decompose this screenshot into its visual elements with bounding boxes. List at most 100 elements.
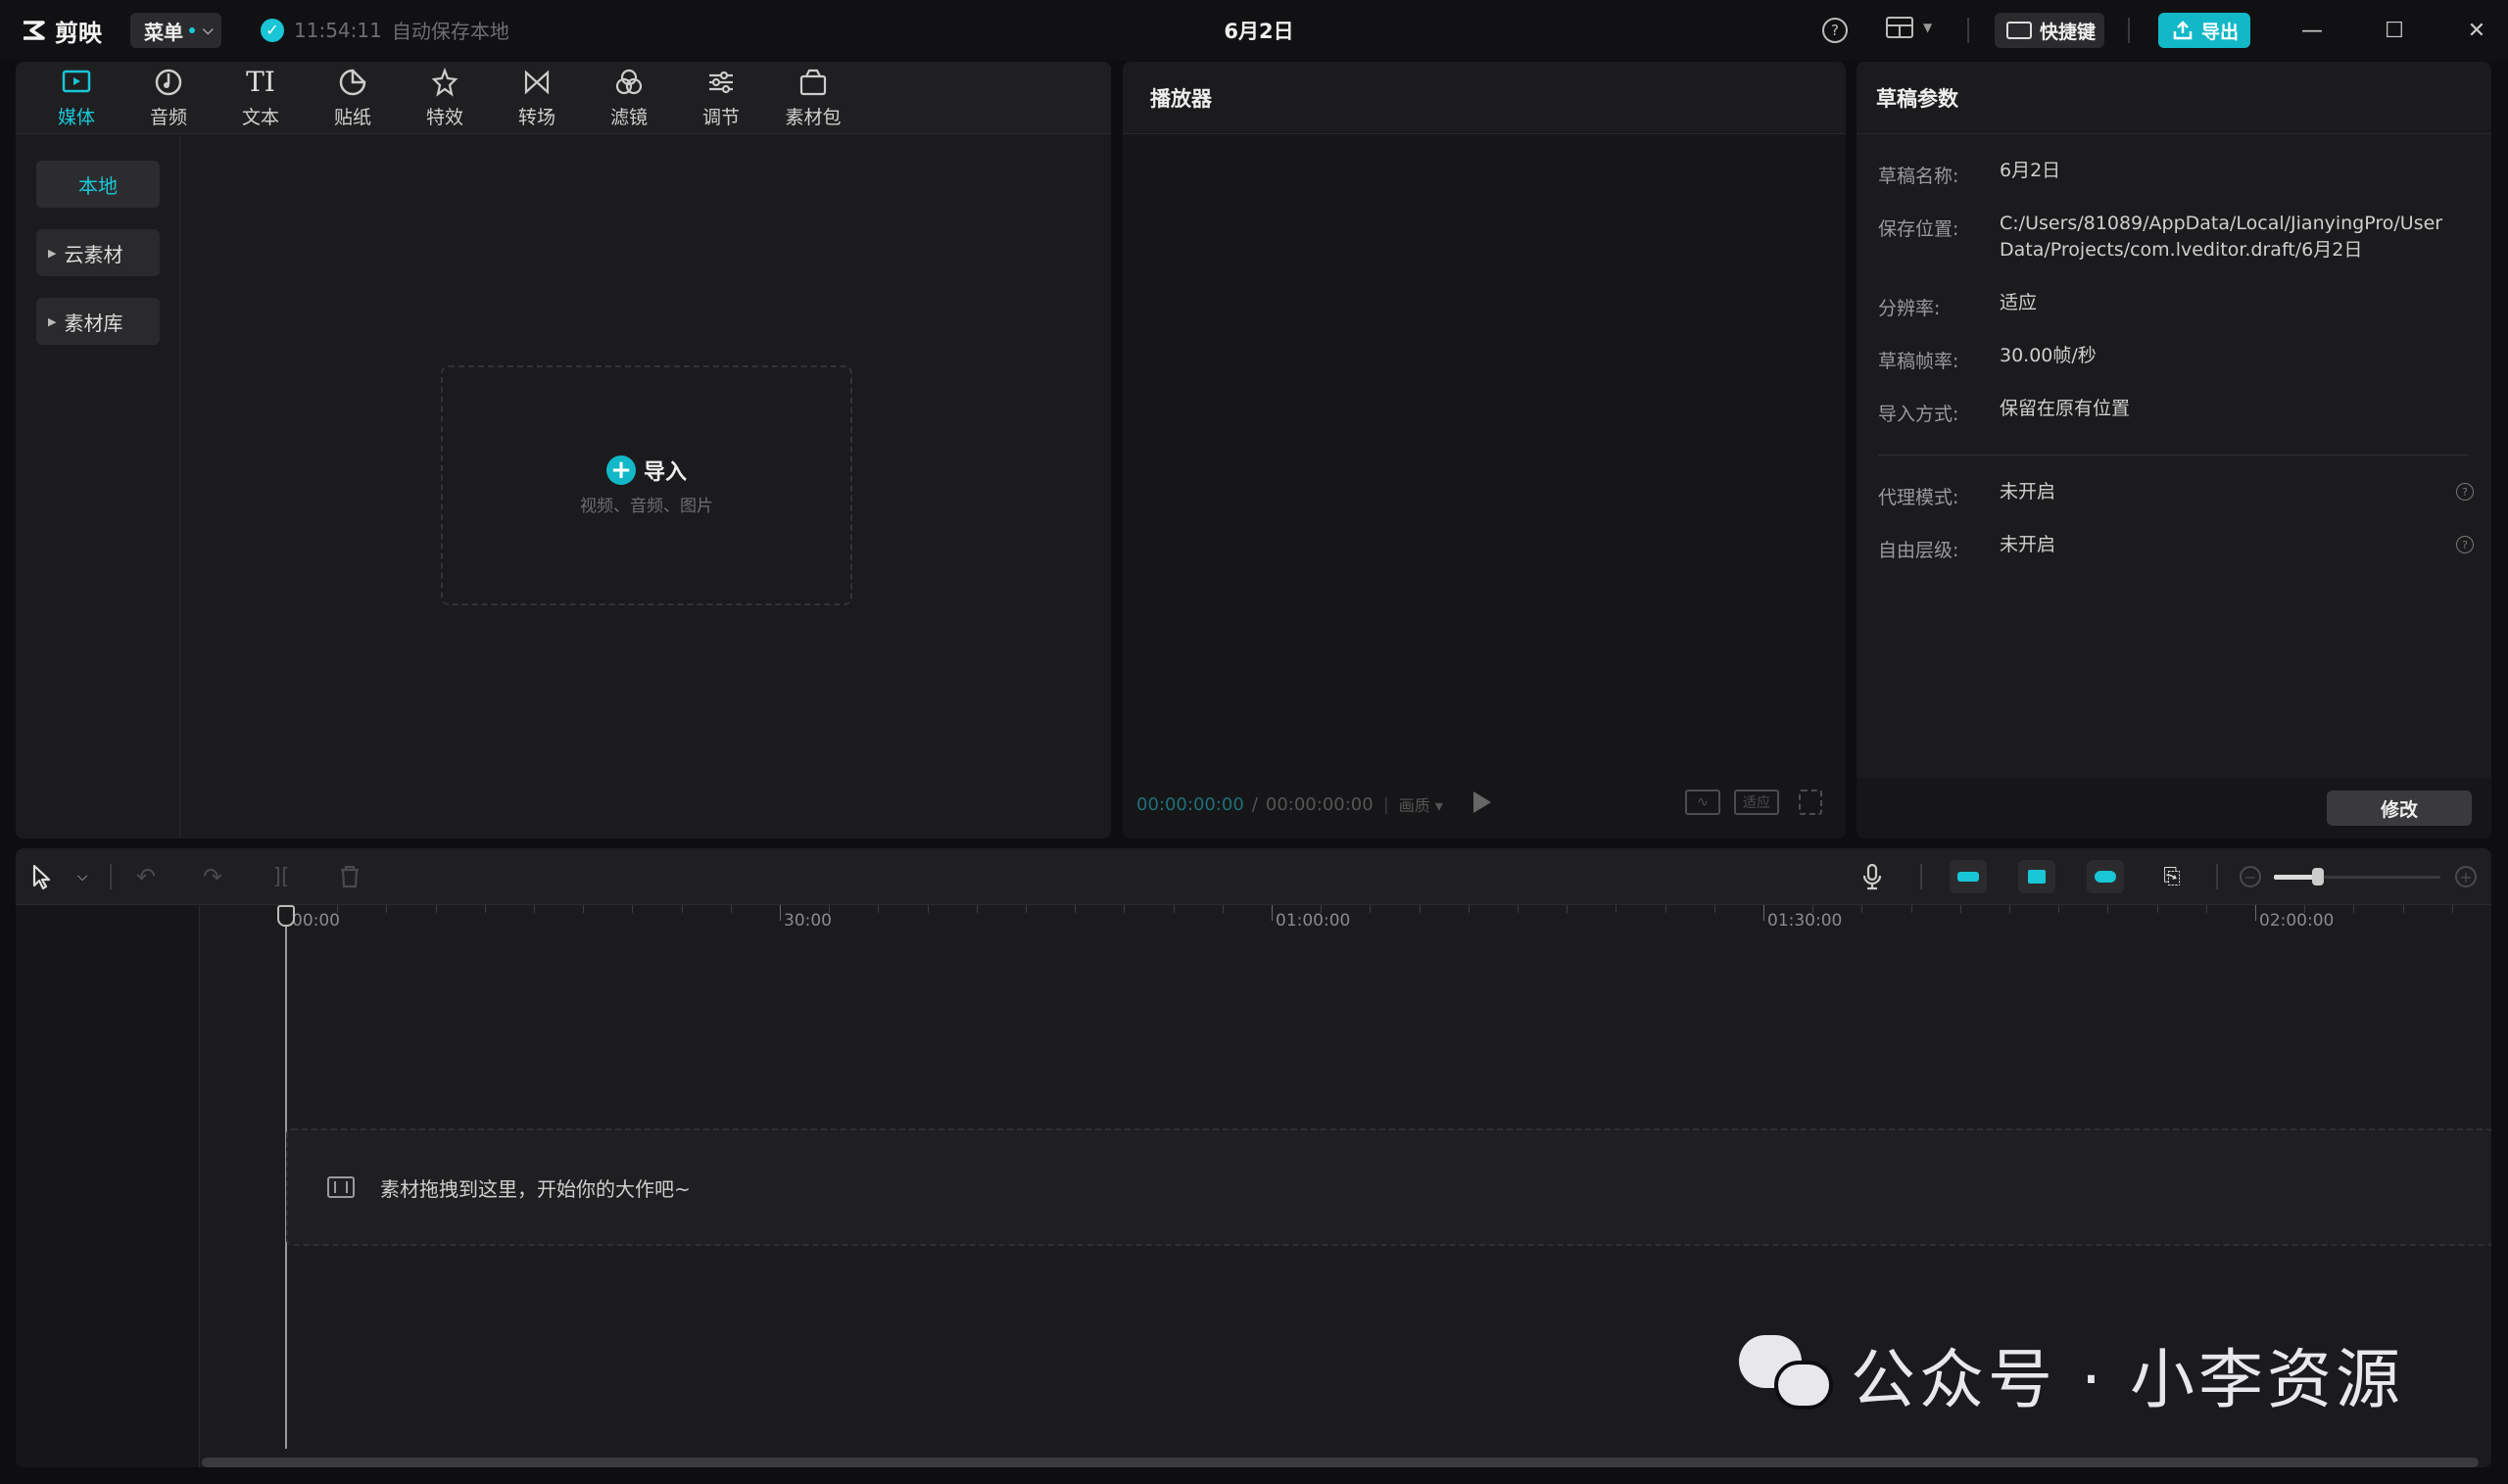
modify-button[interactable]: 修改 <box>2327 790 2472 826</box>
playhead-handle[interactable] <box>277 905 295 927</box>
ruler-tick <box>386 905 388 913</box>
audio-icon <box>154 68 183 97</box>
tab-transition[interactable]: 转场 <box>491 62 583 134</box>
tab-adjust[interactable]: 调节 <box>675 62 767 134</box>
autosave-time: 11:54:11 <box>294 18 382 42</box>
param-label: 代理模式: <box>1878 487 1959 508</box>
timeline-toolbar: ⌵ ↶ ↷ ][ ⎘ − + <box>16 848 2491 905</box>
play-icon[interactable] <box>1473 791 1491 813</box>
param-label: 自由层级: <box>1878 540 1959 561</box>
tab-effects[interactable]: 特效 <box>399 62 491 134</box>
ruler-tick <box>2255 905 2256 921</box>
tab-sticker[interactable]: 贴纸 <box>307 62 399 134</box>
layout-icon <box>1886 17 1913 38</box>
zoom-slider-handle[interactable] <box>2312 868 2324 886</box>
preview-axis-icon[interactable]: ⎘ <box>2155 862 2189 891</box>
undo-icon[interactable]: ↶ <box>131 862 161 891</box>
player-title: 播放器 <box>1123 62 1846 134</box>
tab-media[interactable]: 媒体 <box>30 62 122 134</box>
effects-icon <box>430 67 459 97</box>
help-icon[interactable]: ? <box>2456 483 2474 501</box>
divider <box>1920 864 1922 889</box>
waveform-icon[interactable]: ∿ <box>1685 790 1720 815</box>
dropzone-hint: 素材拖拽到这里，开始你的大作吧~ <box>380 1176 691 1201</box>
sidebar-item-library[interactable]: ▶ 素材库 <box>36 298 160 345</box>
tab-label: 特效 <box>425 106 463 128</box>
chevron-down-icon[interactable]: ⌵ <box>71 862 94 891</box>
ruler-tick <box>1026 905 1027 913</box>
check-circle-icon: ✓ <box>261 18 284 42</box>
timeline-dropzone[interactable]: 素材拖拽到这里，开始你的大作吧~ <box>286 1128 2491 1246</box>
ruler-tick <box>583 905 585 913</box>
ruler-tick <box>927 905 929 913</box>
timeline-scrollbar[interactable] <box>202 1458 2479 1467</box>
zoom-out-icon[interactable]: − <box>2240 866 2261 887</box>
divider <box>2216 864 2218 889</box>
ruler-tick <box>337 905 339 913</box>
tab-audio[interactable]: 音频 <box>122 62 215 134</box>
split-icon[interactable]: ][ <box>266 862 296 891</box>
ruler-tick <box>780 905 781 921</box>
tab-text[interactable]: TI 文本 <box>215 62 307 134</box>
sidebar-item-cloud[interactable]: ▶ 云素材 <box>36 229 160 276</box>
tab-package[interactable]: 素材包 <box>767 62 859 134</box>
ruler-label: 00:00 <box>292 911 340 931</box>
param-value-path: C:/Users/81089/AppData/Local/JianyingPro… <box>2000 213 2443 261</box>
ruler-tick <box>1959 905 1961 913</box>
maximize-icon[interactable]: ☐ <box>2375 14 2414 47</box>
sidebar-item-label: 云素材 <box>64 242 123 266</box>
help-icon[interactable]: ? <box>1822 18 1848 43</box>
time-ruler[interactable]: 00:00 30:00 01:00:00 01:30:00 02:00:00 <box>200 905 2491 934</box>
param-value-name: 6月2日 <box>2000 160 2061 181</box>
param-value-import-mode: 保留在原有位置 <box>2000 398 2131 419</box>
transition-icon <box>522 68 552 97</box>
import-button[interactable]: + 导入 <box>605 455 687 486</box>
film-icon <box>327 1176 355 1198</box>
sticker-icon <box>338 68 367 97</box>
layout-switch[interactable]: ▼ <box>1886 17 1932 38</box>
project-title[interactable]: 6月2日 <box>1156 16 1362 45</box>
tab-filter[interactable]: 滤镜 <box>583 62 675 134</box>
help-icon[interactable]: ? <box>2456 536 2474 553</box>
main-track-magnet-button[interactable] <box>1950 860 1987 893</box>
player-panel: 播放器 00:00:00:00 / 00:00:00:00 | 画质 ▾ ∿ 适… <box>1123 62 1846 838</box>
minimize-icon[interactable]: — <box>2292 14 2332 47</box>
watermark-text: 公众号 · 小李资源 <box>1851 1342 2404 1417</box>
param-value-resolution: 适应 <box>2000 292 2038 313</box>
select-cursor-icon[interactable] <box>29 862 55 891</box>
ruler-tick <box>1910 905 1912 913</box>
tab-label: 文本 <box>241 106 279 128</box>
fullscreen-icon[interactable] <box>1799 790 1822 815</box>
caret-down-icon: ▼ <box>1923 21 1933 34</box>
redo-icon[interactable]: ↷ <box>198 862 227 891</box>
link-icon <box>2095 871 2116 883</box>
close-icon[interactable]: ✕ <box>2457 14 2496 47</box>
ruler-tick <box>534 905 535 913</box>
divider: | <box>1382 793 1389 815</box>
watermark: 公众号 · 小李资源 <box>1739 1327 2404 1421</box>
fit-ratio-button[interactable]: 适应 <box>1734 790 1779 815</box>
title-bar: 剪映 菜单 ⌵ ✓ 11:54:11 自动保存本地 6月2日 ? ▼ 快捷键 导 <box>0 0 2508 61</box>
link-button[interactable] <box>2087 860 2124 893</box>
delete-icon[interactable] <box>335 862 364 891</box>
sidebar-item-label: 素材库 <box>64 311 123 335</box>
ruler-tick <box>1321 905 1323 913</box>
shortcut-button[interactable]: 快捷键 <box>1995 13 2104 48</box>
ruler-tick <box>681 905 683 913</box>
media-content: + 导入 视频、音频、图片 <box>181 135 1111 838</box>
total-timecode: 00:00:00:00 <box>1265 793 1374 815</box>
auto-snap-button[interactable] <box>2018 860 2055 893</box>
ruler-tick <box>1468 905 1470 913</box>
microphone-icon[interactable] <box>1857 862 1887 891</box>
app-window: 剪映 菜单 ⌵ ✓ 11:54:11 自动保存本地 6月2日 ? ▼ 快捷键 导 <box>0 0 2508 1484</box>
autosave-status: ✓ 11:54:11 自动保存本地 <box>261 16 509 44</box>
zoom-in-icon[interactable]: + <box>2455 866 2477 887</box>
ruler-tick <box>484 905 486 913</box>
menu-button[interactable]: 菜单 ⌵ <box>130 13 221 48</box>
export-button[interactable]: 导出 <box>2158 13 2250 48</box>
media-sidebar: 本地 ▶ 云素材 ▶ 素材库 <box>16 135 180 838</box>
sidebar-item-local[interactable]: 本地 <box>36 161 160 208</box>
import-dropzone[interactable]: + 导入 视频、音频、图片 <box>441 365 852 605</box>
quality-dropdown[interactable]: 画质 ▾ <box>1399 792 1443 816</box>
tab-label: 媒体 <box>57 106 95 128</box>
